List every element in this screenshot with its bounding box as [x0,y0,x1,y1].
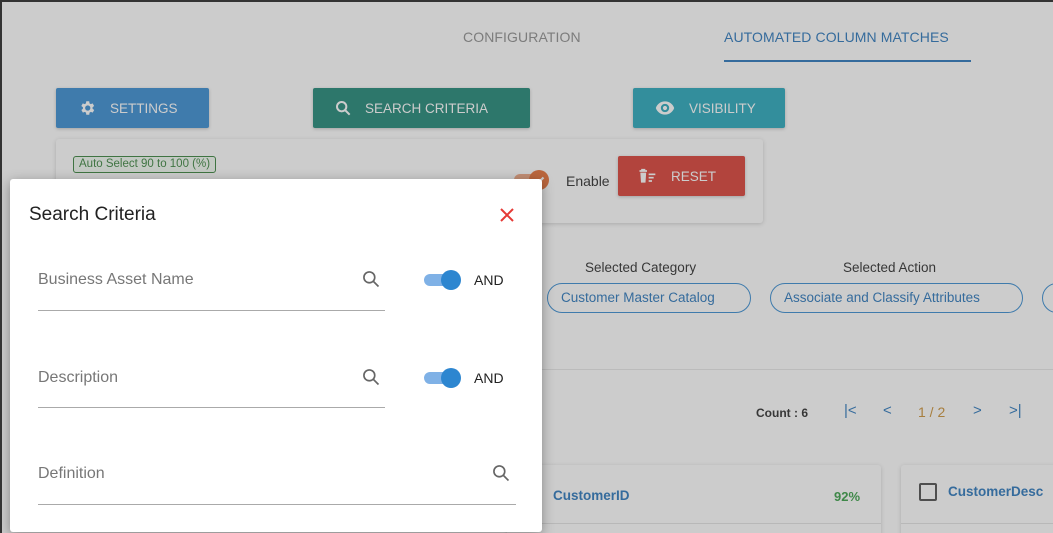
dialog-title: Search Criteria [29,204,156,225]
field-underline [38,310,385,311]
and-toggle[interactable] [424,367,462,389]
field-underline [38,504,516,505]
and-toggle[interactable] [424,269,462,291]
description-input[interactable]: Description [38,369,118,387]
definition-input[interactable]: Definition [38,465,105,483]
search-icon[interactable] [361,367,381,387]
field-underline [38,407,385,408]
search-icon[interactable] [361,269,381,289]
app-frame: CONFIGURATION AUTOMATED COLUMN MATCHES S… [0,0,1053,533]
close-icon[interactable] [499,207,515,223]
and-operator-label: AND [474,370,504,386]
business-asset-name-input[interactable]: Business Asset Name [38,271,194,289]
search-icon[interactable] [491,463,511,483]
search-criteria-dialog: Search Criteria Business Asset Name AND … [10,179,542,532]
and-operator-label: AND [474,272,504,288]
